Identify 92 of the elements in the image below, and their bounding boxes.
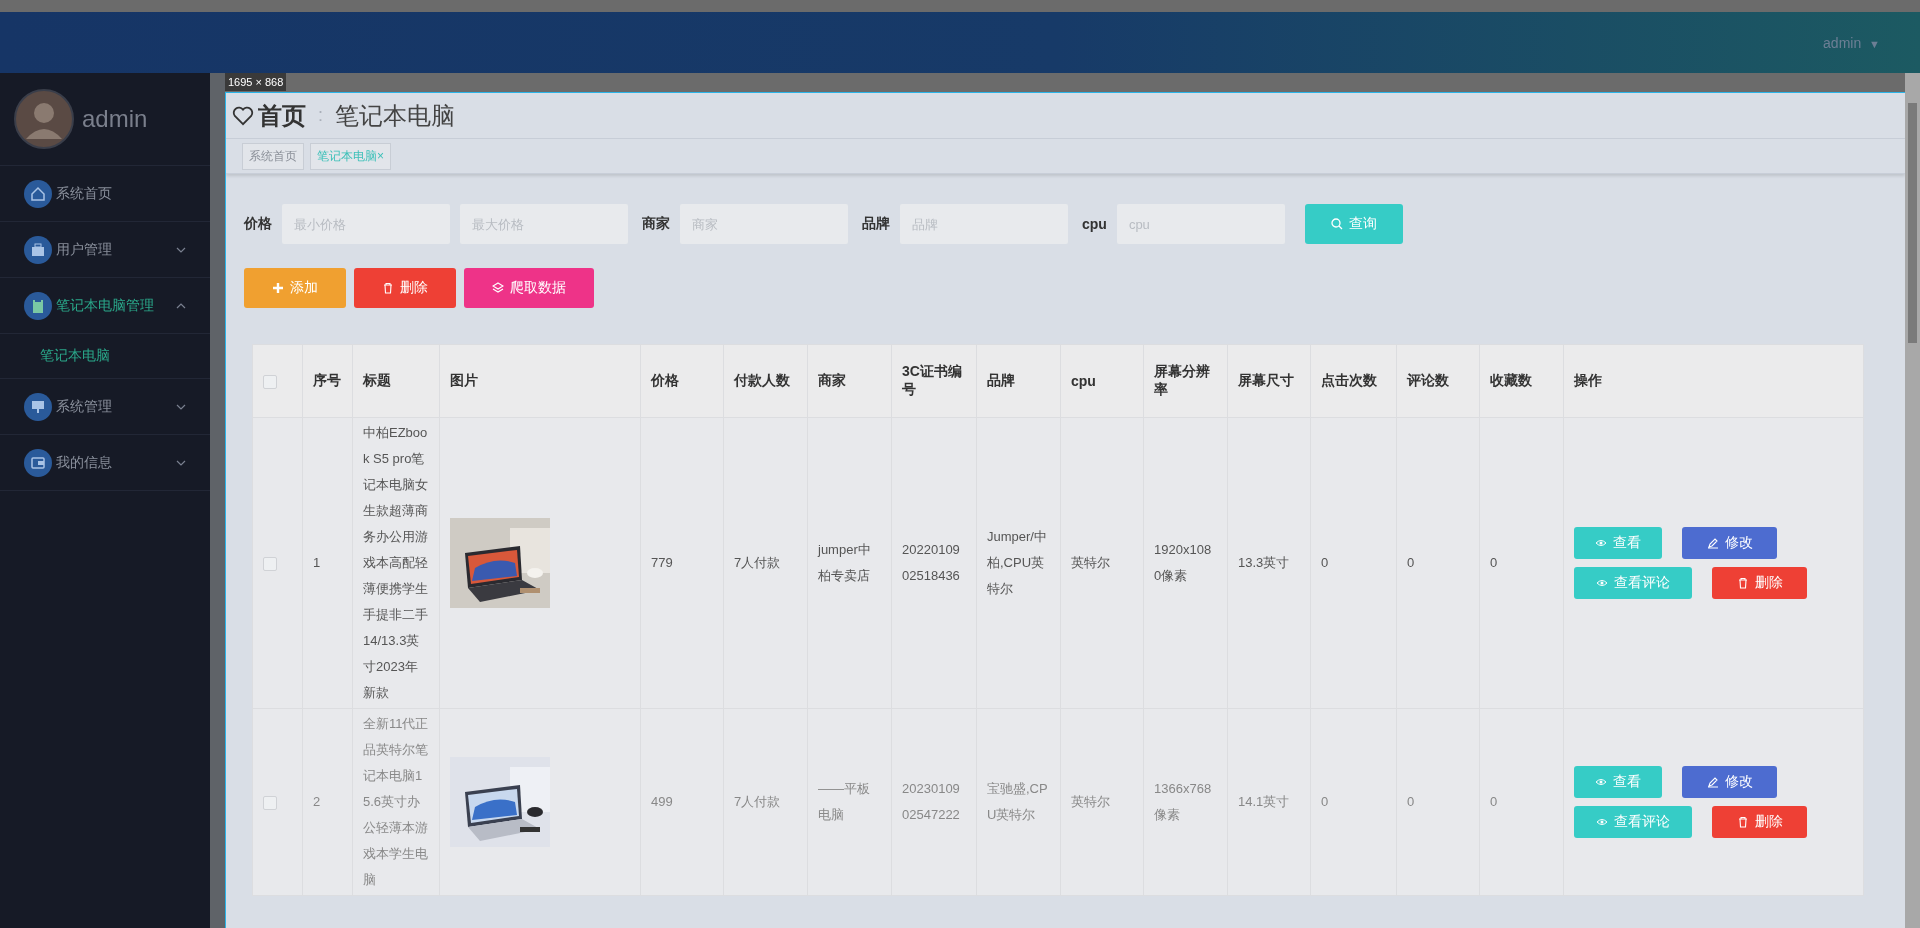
heart-icon bbox=[232, 105, 254, 126]
filter-label: 品牌 bbox=[862, 215, 890, 233]
table-cell: 0 bbox=[1407, 794, 1415, 809]
monitor-icon bbox=[24, 392, 52, 421]
pen-icon bbox=[1706, 776, 1719, 788]
table-cell: 1920x1080像素 bbox=[1154, 542, 1212, 583]
table-cell: 中柏EZbook S5 pro笔记本电脑女生款超薄商务办公用游戏本高配轻薄便携学生手提非二手14/13.3英寸2023年新款 bbox=[363, 425, 428, 700]
wallet-icon bbox=[24, 448, 52, 477]
trash-icon bbox=[1736, 577, 1749, 589]
table-cell: 宝驰盛,CPU英特尔 bbox=[987, 781, 1048, 822]
table-cell: 0 bbox=[1490, 794, 1498, 809]
pen-icon bbox=[1706, 537, 1719, 549]
column-header: 评论数 bbox=[1407, 372, 1449, 388]
column-header: 操作 bbox=[1574, 372, 1602, 388]
view-button[interactable]: 查看 bbox=[1574, 527, 1662, 559]
column-header: 序号 bbox=[313, 372, 341, 388]
table-cell: 13.3英寸 bbox=[1238, 555, 1290, 570]
checkbox[interactable] bbox=[263, 556, 277, 571]
clipboard-icon bbox=[24, 291, 52, 320]
menu-item[interactable]: 我的信息 bbox=[0, 435, 210, 491]
user-name: admin bbox=[82, 105, 148, 133]
delete-button[interactable]: 删除 bbox=[354, 268, 456, 308]
column-header: 图片 bbox=[450, 372, 478, 388]
layers-icon bbox=[492, 282, 504, 294]
trash-icon bbox=[1736, 816, 1749, 828]
column-header: 点击次数 bbox=[1321, 372, 1377, 388]
column-header: 付款人数 bbox=[734, 372, 790, 388]
table-cell: 14.1英寸 bbox=[1238, 794, 1290, 809]
column-header: 收藏数 bbox=[1490, 372, 1532, 388]
table-cell: Jumper/中柏,CPU英特尔 bbox=[987, 529, 1047, 596]
delete-button[interactable]: 删除 bbox=[1712, 806, 1807, 838]
crawl-button[interactable]: 爬取数据 bbox=[464, 268, 594, 308]
column-header: 价格 bbox=[651, 372, 679, 388]
menu-item[interactable]: 系统管理 bbox=[0, 379, 210, 435]
eye-icon bbox=[1595, 776, 1607, 788]
breadcrumb-current: 笔记本电脑 bbox=[335, 100, 455, 131]
table-cell: 英特尔 bbox=[1071, 794, 1110, 809]
table-cell: 7人付款 bbox=[734, 794, 781, 809]
table-cell: 499 bbox=[651, 794, 673, 809]
column-header: 屏幕分辨率 bbox=[1154, 363, 1210, 397]
column-header: 3C证书编号 bbox=[902, 363, 962, 397]
eye-icon bbox=[1595, 537, 1607, 549]
view-button[interactable]: 查看评论 bbox=[1574, 567, 1692, 599]
filter-label: 商家 bbox=[642, 215, 670, 233]
column-header: 标题 bbox=[363, 372, 391, 388]
column-header: 屏幕尺寸 bbox=[1238, 372, 1294, 388]
plus-icon bbox=[272, 282, 284, 294]
column-header: cpu bbox=[1071, 373, 1096, 389]
table-cell: ——平板电脑 bbox=[818, 781, 870, 822]
table-cell: 1 bbox=[313, 555, 321, 570]
user-menu[interactable]: admin ▼ bbox=[1823, 34, 1880, 51]
edit-button[interactable]: 修改 bbox=[1682, 527, 1777, 559]
table-cell: 0 bbox=[1321, 794, 1329, 809]
table-cell: 779 bbox=[651, 555, 673, 570]
filter-label: 价格 bbox=[244, 215, 272, 233]
table-cell: 全新11代正品英特尔笔记本电脑15.6英寸办公轻薄本游戏本学生电脑 bbox=[363, 716, 429, 887]
view-button[interactable]: 查看 bbox=[1574, 766, 1662, 798]
size-label: 1695 × 868 bbox=[225, 73, 287, 91]
home-icon bbox=[24, 179, 52, 208]
search-icon bbox=[1330, 218, 1343, 230]
search-button[interactable]: 查询 bbox=[1304, 204, 1403, 244]
eye-icon bbox=[1596, 816, 1608, 828]
column-header: 品牌 bbox=[987, 372, 1015, 388]
table-cell: 0 bbox=[1321, 555, 1329, 570]
tab[interactable]: 系统首页 bbox=[242, 142, 304, 170]
column-header: 商家 bbox=[818, 372, 846, 388]
edit-button[interactable]: 修改 bbox=[1682, 766, 1777, 798]
trash-icon bbox=[382, 282, 394, 294]
table-cell: 2 bbox=[313, 794, 321, 809]
breadcrumb-separator: : bbox=[318, 105, 323, 126]
table-cell: 2023010902547222 bbox=[902, 781, 960, 822]
table-cell: 1366x768像素 bbox=[1154, 781, 1212, 822]
table-cell: 2022010902518436 bbox=[902, 542, 960, 583]
table-cell: 0 bbox=[1490, 555, 1498, 570]
add-button[interactable]: 添加 bbox=[244, 268, 346, 308]
menu-item[interactable]: 笔记本电脑管理 bbox=[0, 278, 210, 334]
scrollbar[interactable] bbox=[1905, 73, 1920, 928]
table-cell: 英特尔 bbox=[1071, 555, 1110, 570]
table-cell: jumper中柏专卖店 bbox=[818, 542, 871, 583]
eye-icon bbox=[1596, 577, 1608, 589]
checkbox[interactable] bbox=[263, 795, 277, 810]
menu-item[interactable]: 系统首页 bbox=[0, 166, 210, 222]
menu-item[interactable]: 用户管理 bbox=[0, 222, 210, 278]
table-cell: 7人付款 bbox=[734, 555, 781, 570]
breadcrumb-link[interactable]: 首页 bbox=[258, 99, 306, 132]
briefcase-icon bbox=[24, 235, 52, 264]
avatar bbox=[14, 89, 74, 149]
delete-button[interactable]: 删除 bbox=[1712, 567, 1807, 599]
view-button[interactable]: 查看评论 bbox=[1574, 806, 1692, 838]
filter-label: cpu bbox=[1082, 216, 1107, 232]
table-cell: 0 bbox=[1407, 555, 1415, 570]
checkbox[interactable] bbox=[263, 375, 277, 390]
